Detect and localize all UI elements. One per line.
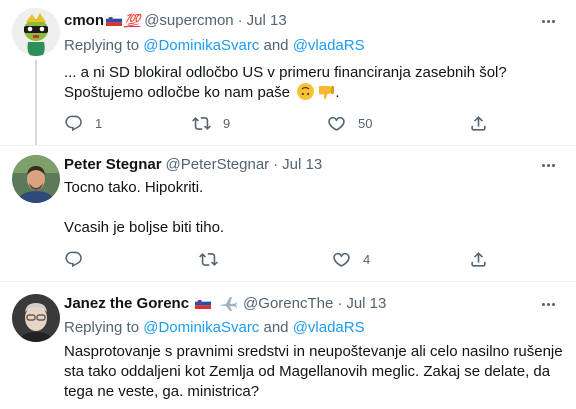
separator-dot: · xyxy=(273,156,279,173)
tweet-text-line: Tocno tako. Hipokriti. xyxy=(64,179,204,196)
and-text: and xyxy=(259,37,293,54)
reply-count: 1 xyxy=(95,115,103,131)
replying-prefix: Replying to xyxy=(64,37,144,54)
separator-dot: · xyxy=(337,295,343,312)
username-handle[interactable]: @supercmon xyxy=(144,11,233,31)
share-icon xyxy=(471,115,486,131)
tweet-header: Janez the Gorenc @GorencThe · Jul 13 xyxy=(64,294,386,314)
username-handle[interactable]: @GorencThe xyxy=(243,294,333,314)
share-button[interactable] xyxy=(469,249,488,269)
more-icon[interactable] xyxy=(538,11,558,31)
retweet-count: 9 xyxy=(223,115,231,131)
like-count: 50 xyxy=(358,115,373,131)
like-icon xyxy=(328,116,345,131)
tweet-text: Nasprotovanje s pravnimi sredstvi in neu… xyxy=(64,342,564,402)
tweet-cmon[interactable]: cmon 💯 @supercmon · Jul 13 Replying to @… xyxy=(0,0,576,145)
thread-line xyxy=(35,60,37,145)
retweet-button[interactable] xyxy=(199,249,230,269)
more-icon[interactable] xyxy=(538,155,558,175)
like-icon xyxy=(333,252,350,267)
avatar-cartoon-image xyxy=(12,8,60,56)
tweet-text-line: sta tako oddaljeni kot Zemlja od Magella… xyxy=(64,363,551,380)
tweet-text-line: ... a ni SD blokiral odločbo US v primer… xyxy=(64,64,507,81)
tweet-text: ... a ni SD blokiral odločbo US v primer… xyxy=(64,63,564,103)
display-name[interactable]: cmon xyxy=(64,11,104,31)
share-icon xyxy=(471,251,486,267)
hundred-points-icon: 💯 xyxy=(124,13,141,28)
reply-icon xyxy=(65,251,82,267)
and-text: and xyxy=(259,319,293,336)
tweet-header: cmon 💯 @supercmon · Jul 13 xyxy=(64,11,287,31)
reply-icon xyxy=(65,115,82,131)
tweet-text-line: Nasprotovanje s pravnimi sredstvi in neu… xyxy=(64,343,563,360)
like-button[interactable]: 4 xyxy=(332,249,370,269)
tweet-date[interactable]: Jul 13 xyxy=(282,155,322,175)
display-name[interactable]: Janez the Gorenc xyxy=(64,294,189,314)
avatar-photo xyxy=(12,155,60,203)
mention-link[interactable]: @DominikaSvarc xyxy=(143,319,259,336)
reply-button[interactable]: 1 xyxy=(64,113,102,133)
slovenia-flag-icon xyxy=(195,297,212,309)
share-button[interactable] xyxy=(469,113,488,133)
username-handle[interactable]: @PeterStegnar xyxy=(166,155,270,175)
slovenia-flag-icon xyxy=(106,14,123,26)
avatar-photo xyxy=(12,294,60,342)
mention-link[interactable]: @DominikaSvarc xyxy=(143,37,259,54)
mention-link[interactable]: @vladaRS xyxy=(293,319,365,336)
thumbs-down-icon xyxy=(318,83,335,100)
tweet-actions: 4 xyxy=(64,249,504,269)
separator-dot: · xyxy=(237,12,243,29)
retweet-icon xyxy=(199,252,218,266)
avatar[interactable] xyxy=(12,294,60,342)
tweet-header: Peter Stegnar @PeterStegnar · Jul 13 xyxy=(64,155,322,175)
replying-to: Replying to @DominikaSvarc and @vladaRS xyxy=(64,318,365,338)
avatar[interactable] xyxy=(12,8,60,56)
tweet-date[interactable]: Jul 13 xyxy=(247,11,287,31)
retweet-icon xyxy=(192,116,211,130)
airplane-icon xyxy=(220,297,238,311)
replying-to: Replying to @DominikaSvarc and @vladaRS xyxy=(64,36,365,56)
tweet-text-line: Spoštujemo odločbe ko nam paše . xyxy=(64,83,564,103)
reply-button[interactable] xyxy=(64,249,95,269)
more-icon[interactable] xyxy=(538,294,558,314)
tweet-date[interactable]: Jul 13 xyxy=(346,294,386,314)
tweet-text-line: Vcasih je boljse biti tiho. xyxy=(64,219,225,236)
tweet-actions: 1 9 50 xyxy=(64,113,504,133)
tweet-peter-stegnar[interactable]: Peter Stegnar @PeterStegnar · Jul 13 Toc… xyxy=(0,146,576,280)
tweet-janez-the-gorenc[interactable]: Janez the Gorenc @GorencThe · Jul 13 Rep… xyxy=(0,282,576,409)
tweet-text-segment: Spoštujemo odločbe ko nam paše xyxy=(64,84,290,101)
mention-link[interactable]: @vladaRS xyxy=(293,37,365,54)
tweet-text-segment: . xyxy=(335,84,340,101)
tweet-text-line: tega ne veste, ga. ministrica? xyxy=(64,383,260,400)
display-name[interactable]: Peter Stegnar xyxy=(64,155,162,175)
like-button[interactable]: 50 xyxy=(327,113,372,133)
tweet-text: Tocno tako. Hipokriti. Vcasih je boljse … xyxy=(64,178,564,238)
upside-down-face-icon xyxy=(297,83,315,100)
retweet-button[interactable]: 9 xyxy=(192,113,230,133)
avatar[interactable] xyxy=(12,155,60,203)
replying-prefix: Replying to xyxy=(64,319,144,336)
like-count: 4 xyxy=(363,251,371,267)
